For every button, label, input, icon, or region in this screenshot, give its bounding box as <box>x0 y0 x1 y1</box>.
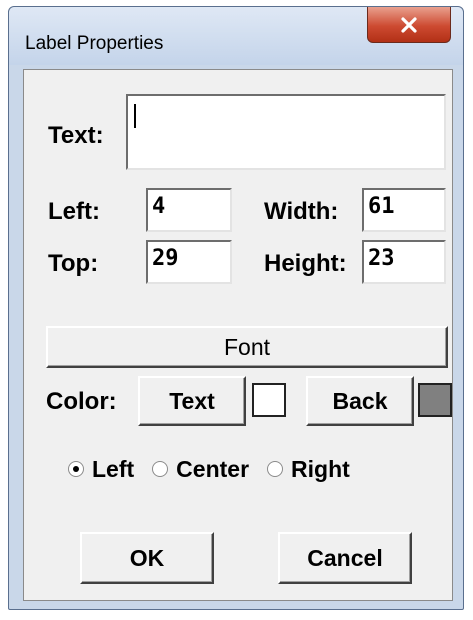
radio-icon <box>152 461 169 477</box>
back-color-swatch <box>418 383 452 417</box>
font-button[interactable]: Font <box>46 326 448 368</box>
text-color-swatch <box>252 383 286 417</box>
back-color-button[interactable]: Back <box>306 376 414 426</box>
width-input[interactable]: 61 <box>362 188 446 232</box>
alignment-radio-group: Left Center Right <box>68 454 350 484</box>
text-label: Text: <box>48 122 104 149</box>
align-right-radio[interactable]: Right <box>267 456 350 483</box>
align-center-radio[interactable]: Center <box>152 456 249 483</box>
text-color-button[interactable]: Text <box>138 376 246 426</box>
title-bar: Label Properties <box>9 7 463 65</box>
width-label: Width: <box>264 198 339 225</box>
dialog-client-area: Text: Left: 4 Top: 29 Width: 61 Height: … <box>23 69 453 601</box>
radio-selected-icon <box>68 461 84 477</box>
radio-icon <box>267 461 284 477</box>
cancel-button[interactable]: Cancel <box>278 532 412 584</box>
color-label: Color: <box>46 388 117 415</box>
dialog-window: Label Properties Text: Left: 4 Top: 29 W… <box>8 6 464 610</box>
close-button[interactable] <box>367 7 451 43</box>
close-icon <box>401 16 417 33</box>
left-input[interactable]: 4 <box>146 188 232 232</box>
left-label: Left: <box>48 198 100 225</box>
align-left-radio[interactable]: Left <box>68 456 134 483</box>
top-label: Top: <box>48 250 99 277</box>
top-input[interactable]: 29 <box>146 240 232 284</box>
height-input[interactable]: 23 <box>362 240 446 284</box>
window-title: Label Properties <box>25 33 164 54</box>
ok-button[interactable]: OK <box>80 532 214 584</box>
text-input[interactable] <box>126 94 446 170</box>
height-label: Height: <box>264 250 347 277</box>
text-cursor <box>134 104 136 128</box>
